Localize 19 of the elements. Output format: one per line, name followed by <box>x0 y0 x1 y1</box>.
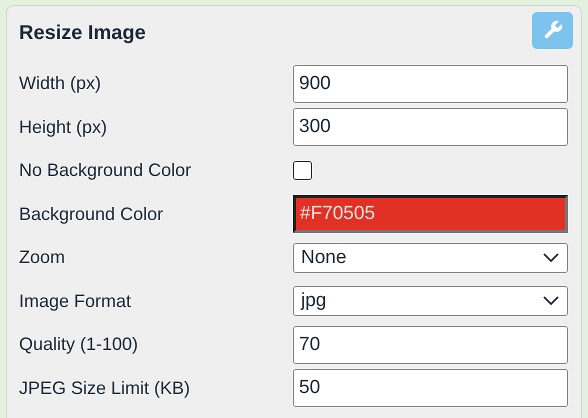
field-label: Background Color <box>19 204 164 225</box>
checkbox[interactable] <box>293 161 312 180</box>
field-label: Image Format <box>19 290 132 312</box>
text-input-field[interactable]: 900 <box>293 64 568 103</box>
panel-title: Resize Image <box>19 22 146 44</box>
dropdown[interactable]: None <box>293 242 568 273</box>
text-input-field[interactable]: 300 <box>293 108 568 146</box>
field-label: Quality (1-100) <box>19 334 140 356</box>
dropdown[interactable]: jpg <box>293 286 568 316</box>
wrench-icon <box>542 19 564 41</box>
field-label: Height (px) <box>19 116 108 138</box>
field-label: Width (px) <box>19 73 102 94</box>
field-label: No Background Color <box>19 160 192 182</box>
field-label: JPEG Size Limit (KB) <box>19 378 192 399</box>
chevron-down-icon <box>543 296 559 306</box>
text-input-field[interactable]: 70 <box>293 326 568 364</box>
chevron-down-icon <box>543 252 559 263</box>
text-input-field[interactable]: 50 <box>293 369 568 408</box>
field-label: Zoom <box>19 247 66 268</box>
